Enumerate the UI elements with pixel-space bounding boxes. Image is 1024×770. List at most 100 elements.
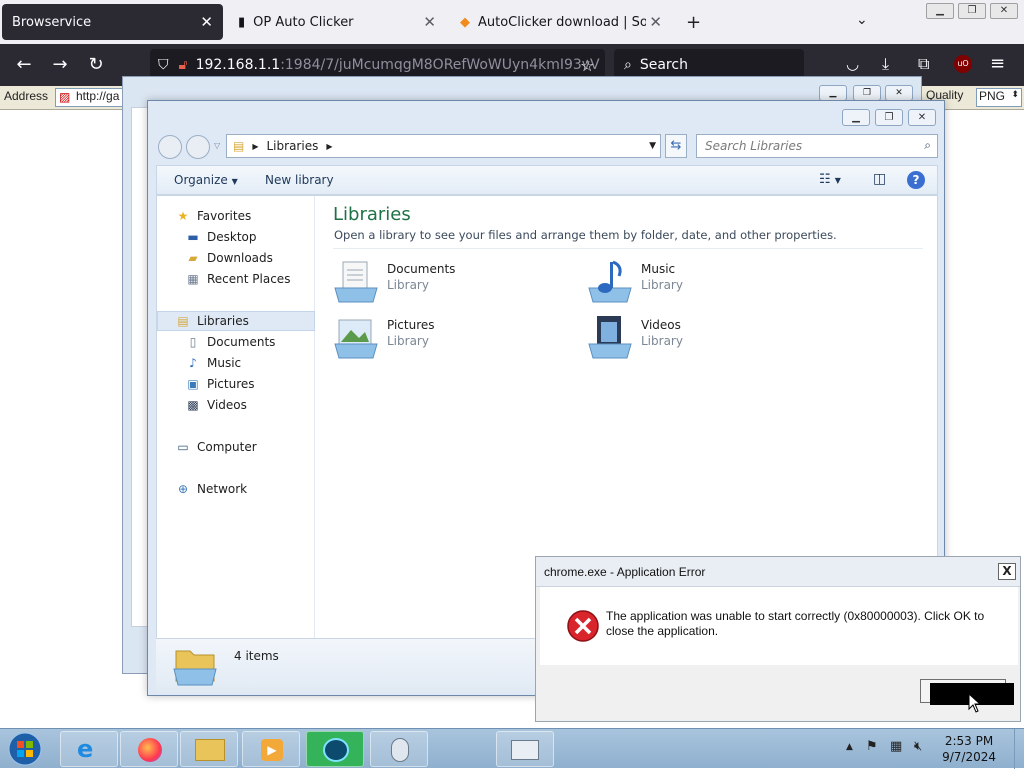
restore-icon[interactable]: ❐ [853, 85, 881, 101]
media-player-taskbar-button[interactable]: ▶ [242, 731, 300, 767]
firefox-taskbar-button[interactable] [120, 731, 178, 767]
refresh-icon[interactable]: ⇆ [665, 134, 687, 158]
auto-clicker-taskbar-button[interactable] [370, 731, 428, 767]
search-libraries-input[interactable]: Search Libraries ⌕ [696, 134, 938, 158]
minimize-icon[interactable]: ▁ [819, 85, 847, 101]
window-icon [511, 740, 539, 760]
folder-icon [195, 739, 225, 761]
history-dropdown-icon[interactable]: ▽ [214, 141, 220, 150]
organize-button[interactable]: Organize ▼ [174, 173, 238, 187]
item-count: 4 items [234, 649, 279, 663]
library-item-pictures[interactable]: Pictures Library [333, 314, 533, 364]
volume-muted-icon[interactable]: 🔇︎ [914, 739, 922, 754]
url-path: :1984/7/juMcumqgM8ORefWoWUyn4kmI93vV [280, 57, 600, 73]
minimize-icon[interactable]: ▁ [842, 109, 870, 126]
view-options-icon[interactable]: ☷ ▼ [819, 172, 841, 187]
computer-icon: ▭ [177, 440, 189, 454]
search-icon[interactable]: ⌕ [924, 138, 931, 153]
help-icon[interactable]: ? [907, 171, 925, 189]
active-app-taskbar-button[interactable] [306, 731, 364, 767]
nav-pictures[interactable]: ▣ Pictures [157, 374, 315, 394]
new-library-button[interactable]: New library [265, 173, 334, 187]
nav-favorites-label: Favorites [197, 209, 252, 223]
dialog-close-button[interactable]: X [998, 563, 1016, 580]
close-icon[interactable]: ✕ [885, 85, 913, 101]
nav-desktop[interactable]: ▬ Desktop [157, 227, 315, 247]
error-icon [567, 610, 599, 642]
forward-button[interactable] [186, 135, 210, 159]
nav-videos[interactable]: ▩ Videos [157, 395, 315, 415]
tab-title: AutoClicker download | SourceF [478, 14, 646, 30]
address-dropdown-icon[interactable]: ▼ [649, 141, 656, 151]
tab-autoclicker-download[interactable]: ◆ AutoClicker download | SourceF ✕ [450, 4, 672, 40]
nav-libraries-label: Libraries [197, 314, 249, 328]
quality-value: PNG [979, 89, 1006, 103]
show-hidden-icons-icon[interactable]: ▲ [846, 742, 853, 752]
downloads-folder-icon: ▰ [188, 251, 198, 265]
library-item-documents[interactable]: Documents Library [333, 258, 533, 308]
dialog-title-bar: chrome.exe - Application Error [536, 557, 1020, 587]
close-window-icon[interactable]: ✕ [990, 3, 1018, 19]
tab-op-auto-clicker[interactable]: ▮ OP Auto Clicker ✕ [228, 4, 446, 40]
broken-page-icon: ▨ [59, 90, 71, 104]
nav-desktop-label: Desktop [207, 230, 257, 244]
bookmark-star-icon[interactable]: ☆ [580, 56, 594, 75]
reload-icon[interactable]: ↻ [82, 52, 110, 78]
network-tray-icon[interactable]: ▦ [890, 739, 902, 754]
back-button[interactable] [158, 135, 182, 159]
pictures-library-icon [334, 319, 378, 359]
close-icon[interactable]: ✕ [908, 109, 936, 126]
window-preview-taskbar-button[interactable] [496, 731, 554, 767]
internet-explorer-taskbar-button[interactable]: e [60, 731, 118, 767]
explorer-taskbar-button[interactable] [180, 731, 238, 767]
explorer-address-bar[interactable]: ▤ ▶ Libraries ▶ ▼ [226, 134, 661, 158]
navigation-pane: ★ Favorites ▬ Desktop ▰ Downloads ▦ Rece… [157, 196, 315, 638]
hamburger-menu-icon[interactable]: ≡ [990, 53, 1005, 74]
nav-music[interactable]: ♪ Music [157, 353, 315, 373]
page-description: Open a library to see your files and arr… [334, 228, 837, 242]
ok-button[interactable] [920, 679, 1016, 713]
close-tab-icon[interactable]: ✕ [200, 13, 213, 31]
nav-libraries[interactable]: ▤ Libraries [157, 311, 315, 331]
quality-select[interactable]: PNG ⬍ [976, 88, 1022, 107]
music-library-icon [588, 260, 632, 303]
nav-favorites[interactable]: ★ Favorites [157, 206, 315, 226]
ublock-origin-icon[interactable]: uO [954, 55, 972, 73]
back-arrow-icon[interactable]: ← [10, 52, 38, 78]
breadcrumb-arrow-icon[interactable]: ▶ [252, 142, 258, 151]
extensions-icon[interactable]: ⧉ [918, 54, 929, 74]
nav-recent-places[interactable]: ▦ Recent Places [157, 269, 315, 289]
library-item-videos[interactable]: Videos Library [587, 314, 787, 364]
insecure-lock-icon[interactable]: 🔓︎ [179, 57, 188, 73]
forward-arrow-icon[interactable]: → [46, 52, 74, 78]
tab-list-chevron-icon[interactable]: ⌄ [856, 12, 868, 28]
breadcrumb[interactable]: Libraries [267, 139, 319, 153]
nav-downloads[interactable]: ▰ Downloads [157, 248, 315, 268]
close-tab-icon[interactable]: ✕ [423, 13, 436, 31]
nav-documents[interactable]: ▯ Documents [157, 332, 315, 352]
downloads-icon[interactable]: ⤓ [882, 54, 889, 74]
nav-music-label: Music [207, 356, 242, 370]
breadcrumb-arrow-icon[interactable]: ▶ [326, 142, 332, 151]
nav-computer[interactable]: ▭ Computer [157, 437, 315, 457]
library-item-music[interactable]: Music Library [587, 258, 787, 308]
maximize-icon[interactable]: ❐ [875, 109, 903, 126]
start-button[interactable] [4, 731, 46, 767]
preview-pane-icon[interactable]: ◫ [873, 171, 886, 187]
error-message: The application was unable to start corr… [606, 609, 985, 638]
action-center-flag-icon[interactable]: ⚑ [866, 739, 878, 754]
pocket-icon[interactable]: ◡ [846, 55, 859, 73]
restore-icon[interactable]: ❐ [958, 3, 986, 19]
new-tab-icon[interactable]: + [686, 12, 701, 33]
clock[interactable]: 2:53 PM 9/7/2024 [942, 733, 996, 765]
close-tab-icon[interactable]: ✕ [649, 13, 662, 31]
dialog-body: The application was unable to start corr… [540, 587, 1018, 665]
tab-browservice[interactable]: Browservice ✕ [2, 4, 223, 40]
page-title: Libraries [333, 204, 411, 225]
spinner-icon[interactable]: ⬍ [1011, 89, 1019, 100]
show-desktop-button[interactable] [1014, 729, 1024, 769]
minimize-icon[interactable]: ▁ [926, 3, 954, 19]
nav-network[interactable]: ⊕ Network [157, 479, 315, 499]
remote-address-input[interactable]: ▨ http://ga [55, 88, 125, 107]
shield-icon[interactable]: ⛉ [158, 57, 169, 73]
